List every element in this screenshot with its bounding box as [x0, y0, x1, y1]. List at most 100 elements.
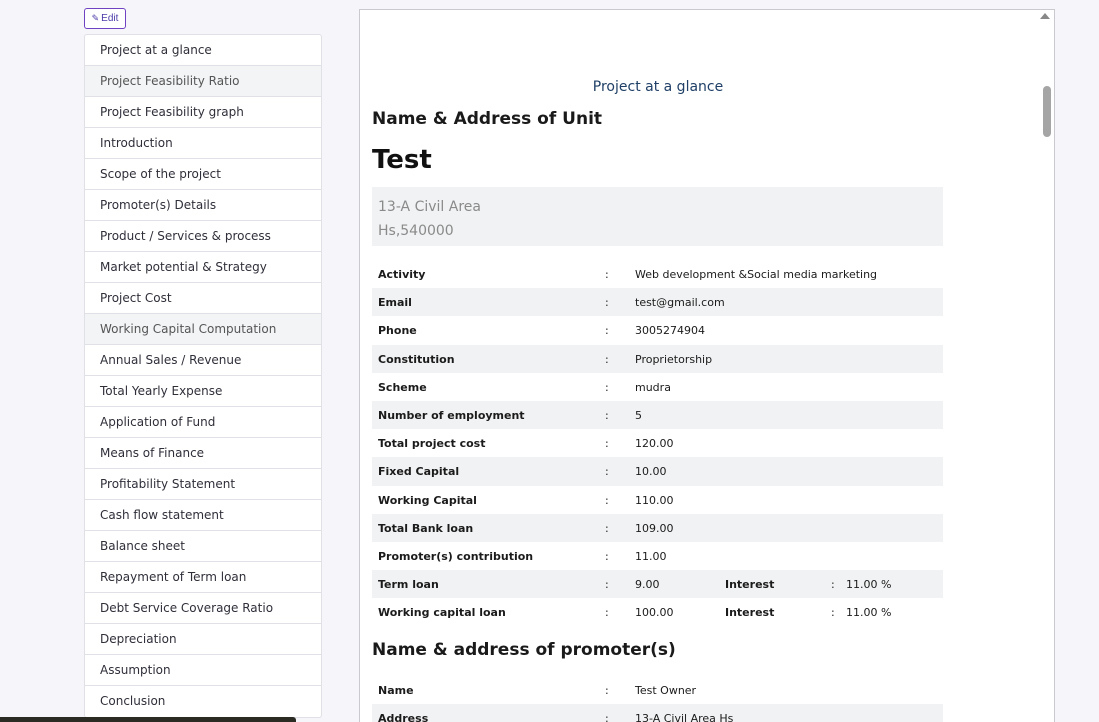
sidebar-item-working-capital-computation[interactable]: Working Capital Computation — [85, 314, 321, 345]
details-row-fixed-capital: Fixed Capital : 10.00 — [372, 457, 943, 486]
details-row-constitution: Constitution : Proprietorship — [372, 344, 943, 373]
sidebar-item-application-of-fund[interactable]: Application of Fund — [85, 407, 321, 438]
scroll-up-arrow-icon[interactable] — [1040, 13, 1050, 19]
row-colon: : — [605, 684, 609, 697]
row-colon: : — [605, 437, 609, 451]
row-value: mudra — [635, 380, 671, 394]
sidebar-item-project-at-a-glance[interactable]: Project at a glance — [85, 35, 321, 66]
row-label: Total project cost — [378, 437, 486, 451]
row-label: Fixed Capital — [378, 465, 460, 479]
sidebar-item-balance-sheet[interactable]: Balance sheet — [85, 531, 321, 562]
row-value: 13-A Civil Area Hs — [635, 712, 734, 722]
sidebar-item-project-cost[interactable]: Project Cost — [85, 283, 321, 314]
sidebar-item-assumption[interactable]: Assumption — [85, 655, 321, 686]
row-value: 3005274904 — [635, 324, 705, 338]
row-colon: : — [605, 578, 609, 592]
row-label: Constitution — [378, 352, 455, 366]
row-label: Number of employment — [378, 408, 525, 422]
details-row-email: Email : test@gmail.com — [372, 288, 943, 317]
pencil-icon: ✎ — [91, 13, 100, 23]
row-value: 11.00 — [635, 549, 667, 563]
row-colon: : — [831, 578, 835, 592]
row-value: 109.00 — [635, 521, 674, 535]
row-value: 100.00 — [635, 606, 674, 620]
address-line-1: 13-A Civil Area — [378, 199, 481, 215]
row-value: 110.00 — [635, 493, 674, 507]
sidebar-item-annual-sales[interactable]: Annual Sales / Revenue — [85, 345, 321, 376]
details-row-activity: Activity : Web development &Social media… — [372, 260, 943, 288]
unit-name: Test — [372, 145, 432, 175]
sidebar-item-market-potential[interactable]: Market potential & Strategy — [85, 252, 321, 283]
sidebar-item-profitability-statement[interactable]: Profitability Statement — [85, 469, 321, 500]
details-row-total-bank-loan: Total Bank loan : 109.00 — [372, 513, 943, 542]
edit-button[interactable]: ✎ Edit — [84, 8, 126, 29]
sidebar-item-cash-flow-statement[interactable]: Cash flow statement — [85, 500, 321, 531]
row-colon: : — [605, 352, 609, 366]
sidebar-item-means-of-finance[interactable]: Means of Finance — [85, 438, 321, 469]
promoter-title: Name & address of promoter(s) — [372, 640, 676, 660]
row-interest-label: Interest — [725, 606, 775, 620]
row-value: 9.00 — [635, 578, 660, 592]
row-value: 10.00 — [635, 465, 667, 479]
row-label: Name — [378, 684, 414, 697]
row-interest-value: 11.00 % — [846, 578, 892, 592]
row-value: 5 — [635, 408, 642, 422]
row-value: Proprietorship — [635, 352, 713, 366]
details-row-employment: Number of employment : 5 — [372, 400, 943, 430]
row-label: Scheme — [378, 380, 427, 394]
sidebar-item-project-feasibility-graph[interactable]: Project Feasibility graph — [85, 97, 321, 128]
sidebar-item-conclusion[interactable]: Conclusion — [85, 686, 321, 717]
promoter-row-name: Name : Test Owner — [372, 676, 943, 704]
row-label: Phone — [378, 324, 417, 338]
row-value: test@gmail.com — [635, 296, 725, 310]
row-colon: : — [605, 549, 609, 563]
sidebar-item-total-yearly-expense[interactable]: Total Yearly Expense — [85, 376, 321, 407]
details-row-term-loan: Term loan : 9.00 Interest : 11.00 % — [372, 570, 943, 599]
row-value: Web development &Social media marketing — [635, 268, 878, 281]
row-label: Activity — [378, 268, 426, 281]
row-colon: : — [605, 521, 609, 535]
row-label: Promoter(s) contribution — [378, 549, 534, 563]
sidebar-item-debt-service-coverage[interactable]: Debt Service Coverage Ratio — [85, 593, 321, 624]
row-label: Email — [378, 296, 412, 310]
row-colon: : — [605, 268, 609, 281]
sidebar-item-scope-of-project[interactable]: Scope of the project — [85, 159, 321, 190]
sidebar-item-introduction[interactable]: Introduction — [85, 128, 321, 159]
row-value: Test Owner — [635, 684, 697, 697]
scrollbar-thumb[interactable] — [1043, 86, 1051, 137]
sidebar-item-project-feasibility-ratio[interactable]: Project Feasibility Ratio — [85, 66, 321, 97]
promoter-row-address: Address : 13-A Civil Area Hs — [372, 704, 943, 722]
document-viewer[interactable]: Project at a glance Name & Address of Un… — [359, 9, 1055, 722]
row-colon: : — [605, 493, 609, 507]
row-colon: : — [831, 606, 835, 620]
bottom-toast-bar — [0, 717, 296, 722]
details-table: Activity : Web development &Social media… — [372, 260, 943, 626]
sidebar-item-depreciation[interactable]: Depreciation — [85, 624, 321, 655]
row-interest-label: Interest — [725, 578, 775, 592]
promoter-table: Name : Test Owner Address : 13-A Civil A… — [372, 676, 943, 722]
details-row-working-capital-loan: Working capital loan : 100.00 Interest :… — [372, 598, 943, 626]
row-colon: : — [605, 465, 609, 479]
row-label: Term loan — [378, 578, 439, 592]
details-row-working-capital: Working Capital : 110.00 — [372, 486, 943, 514]
row-interest-value: 11.00 % — [846, 606, 892, 620]
details-row-promoter-contribution: Promoter(s) contribution : 11.00 — [372, 542, 943, 570]
sidebar-item-repayment-term-loan[interactable]: Repayment of Term loan — [85, 562, 321, 593]
row-value: 120.00 — [635, 437, 674, 451]
row-colon: : — [605, 712, 609, 722]
edit-button-label: Edit — [101, 13, 119, 24]
sidebar-item-promoter-details[interactable]: Promoter(s) Details — [85, 190, 321, 221]
row-colon: : — [605, 408, 609, 422]
address-line-2: Hs,540000 — [378, 223, 454, 239]
details-row-phone: Phone : 3005274904 — [372, 316, 943, 344]
row-label: Total Bank loan — [378, 521, 474, 535]
details-row-scheme: Scheme : mudra — [372, 373, 943, 401]
sidebar-item-product-services-process[interactable]: Product / Services & process — [85, 221, 321, 252]
row-colon: : — [605, 380, 609, 394]
row-colon: : — [605, 296, 609, 310]
row-colon: : — [605, 324, 609, 338]
sidebar-nav: Project at a glance Project Feasibility … — [84, 34, 322, 718]
details-row-total-project-cost: Total project cost : 120.00 — [372, 429, 943, 457]
row-label: Working Capital — [378, 493, 477, 507]
unit-title: Name & Address of Unit — [372, 109, 603, 129]
